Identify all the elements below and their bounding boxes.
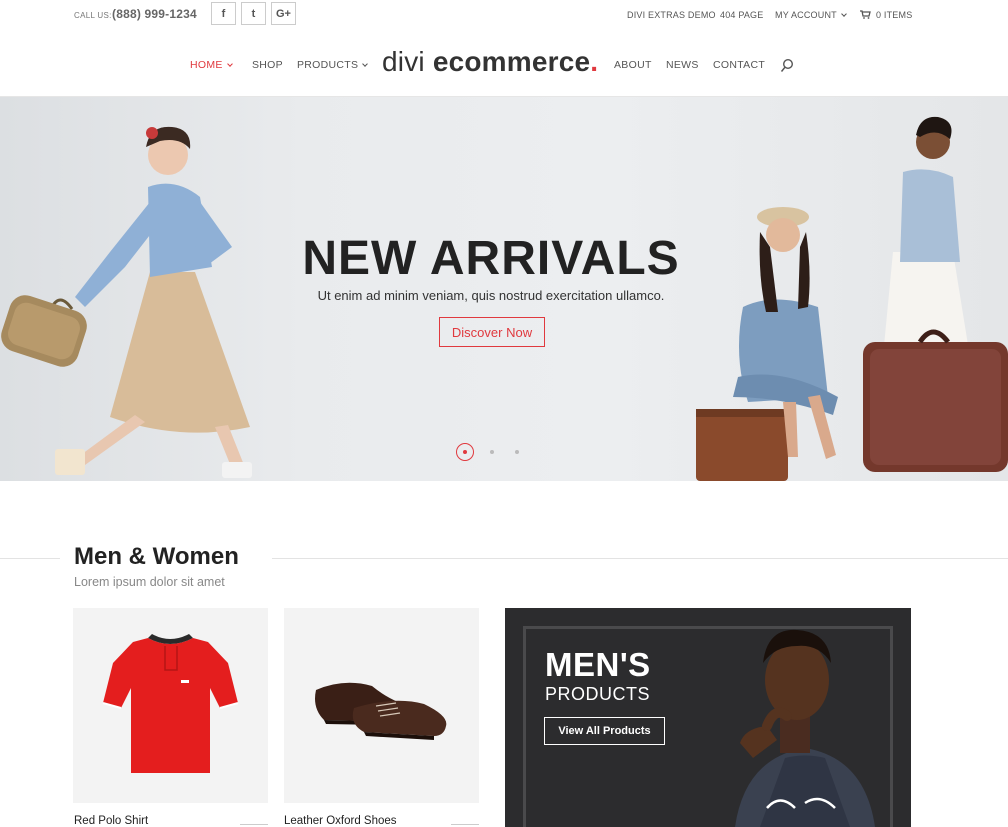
404-page-link[interactable]: 404 PAGE (720, 10, 763, 20)
logo-light-text: divi (382, 46, 425, 77)
chevron-down-icon (841, 11, 847, 17)
nav-home-label: HOME (190, 59, 223, 71)
section-subtitle: Lorem ipsum dolor sit amet (74, 575, 225, 589)
main-navigation: HOME SHOP PRODUCTS divi ecommerce. ABOUT… (0, 40, 1008, 90)
slider-dot-3[interactable] (515, 450, 519, 454)
nav-item-contact[interactable]: CONTACT (713, 59, 765, 71)
red-polo-shirt-image (102, 634, 239, 773)
hero-slider: NEW ARRIVALS Ut enim ad minim veniam, qu… (0, 97, 1008, 481)
nav-products-label: PRODUCTS (297, 59, 359, 71)
divi-extras-demo-link[interactable]: DIVI EXTRAS DEMO (627, 10, 716, 20)
cart-count-label: 0 ITEMS (876, 10, 913, 20)
product-divider (451, 824, 479, 825)
product-name[interactable]: Red Polo Shirt (74, 815, 148, 827)
call-us-label: CALL US: (74, 11, 112, 20)
nav-item-home[interactable]: HOME (190, 59, 233, 71)
mens-products-banner: MEN'S PRODUCTS View All Products (505, 608, 911, 827)
section-divider-right (272, 558, 1008, 559)
section-title: Men & Women (74, 543, 239, 570)
section-divider-left (0, 558, 60, 559)
top-bar: CALL US: (888) 999-1234 f t G+ DIVI EXTR… (0, 0, 1008, 30)
twitter-icon[interactable]: t (241, 2, 266, 25)
cart-icon (860, 10, 871, 19)
hero-subtitle: Ut enim ad minim veniam, quis nostrud ex… (0, 288, 1008, 303)
search-icon[interactable] (780, 58, 794, 74)
nav-item-shop[interactable]: SHOP (252, 59, 283, 71)
nav-item-products[interactable]: PRODUCTS (297, 59, 369, 71)
nav-item-about[interactable]: ABOUT (614, 59, 652, 71)
leather-oxford-shoes-image (315, 682, 447, 740)
hero-subtitle-text: Ut enim ad minim veniam, quis nostrud ex… (317, 288, 665, 303)
cart-link[interactable]: 0 ITEMS (860, 10, 912, 20)
chevron-down-icon (226, 61, 233, 67)
logo-dot: . (590, 46, 599, 77)
product-name[interactable]: Leather Oxford Shoes (284, 815, 397, 827)
product-card-red-polo[interactable] (73, 608, 268, 803)
facebook-icon[interactable]: f (211, 2, 236, 25)
google-plus-icon[interactable]: G+ (271, 2, 296, 25)
nav-item-news[interactable]: NEWS (666, 59, 699, 71)
banner-subtitle: PRODUCTS (545, 684, 651, 704)
logo-bold-text: ecommerce (432, 46, 591, 77)
my-account-menu[interactable]: MY ACCOUNT (775, 10, 847, 20)
my-account-label: MY ACCOUNT (775, 10, 837, 20)
banner-title: MEN'S (545, 646, 651, 683)
slider-dot-2[interactable] (490, 450, 494, 454)
hero-title-text: NEW ARRIVALS (302, 232, 680, 285)
view-all-products-button[interactable]: View All Products (544, 717, 665, 745)
discover-now-button[interactable]: Discover Now (439, 317, 545, 347)
slider-dot-1[interactable] (456, 443, 474, 461)
chevron-down-icon (362, 61, 369, 67)
product-card-oxford-shoes[interactable] (284, 608, 479, 803)
hero-title: NEW ARRIVALS (0, 231, 1008, 286)
product-divider (240, 824, 268, 825)
phone-number[interactable]: (888) 999-1234 (112, 7, 197, 21)
site-logo[interactable]: divi ecommerce. (382, 46, 598, 78)
